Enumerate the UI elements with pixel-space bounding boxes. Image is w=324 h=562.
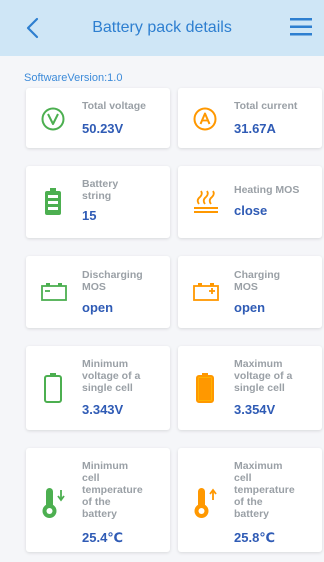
voltage-icon [40,106,66,137]
card-battery-string: Battery string 15 [26,166,170,238]
thermometer-up-icon [192,486,220,525]
header-bar: Battery pack details [0,0,324,56]
card-min-cell-voltage: Minimum voltage of a single cell 3.343V [26,346,170,430]
current-icon [192,106,218,137]
card-value: 15 [82,208,97,223]
card-discharging-mos: Discharging MOS open [26,256,170,328]
heating-icon [192,190,220,219]
card-heating-mos: Heating MOS close [178,166,322,238]
thermometer-down-icon [40,486,68,525]
card-value: open [82,300,114,315]
card-value: close [234,203,268,218]
card-value: 50.23V [82,121,124,136]
card-label: Charging MOS [234,269,281,293]
card-label: Minimum voltage of a single cell [82,358,141,394]
card-total-current: Total current 31.67A [178,88,322,148]
discharging-icon [40,282,68,307]
card-max-cell-voltage: Maximum voltage of a single cell 3.354V [178,346,322,430]
battery-high-icon [192,372,218,409]
card-label: Maximum cell temperature of the battery [234,460,295,520]
menu-button[interactable] [288,14,314,40]
card-value: 25.8℃ [234,530,276,545]
card-label: Total voltage [82,100,146,112]
page-title: Battery pack details [92,19,232,36]
card-max-cell-temperature: Maximum cell temperature of the battery … [178,448,322,552]
hamburger-icon [290,18,312,36]
battery-string-icon [40,187,66,222]
card-label: Maximum voltage of a single cell [234,358,293,394]
card-value: 3.343V [82,402,124,417]
card-value: 25.4℃ [82,530,124,545]
charging-icon [192,282,220,307]
software-version: SoftwareVersion:1.0 [24,72,123,84]
card-charging-mos: Charging MOS open [178,256,322,328]
card-label: Discharging MOS [82,269,143,293]
card-value: 3.354V [234,402,276,417]
card-value: open [234,300,266,315]
card-label: Heating MOS [234,184,300,196]
card-min-cell-temperature: Minimum cell temperature of the battery … [26,448,170,552]
back-button[interactable] [14,12,50,44]
card-value: 31.67A [234,121,276,136]
card-total-voltage: Total voltage 50.23V [26,88,170,148]
chevron-left-icon [26,17,39,39]
card-label: Total current [234,100,298,112]
battery-low-icon [40,372,66,409]
card-label: Battery string [82,178,119,202]
card-label: Minimum cell temperature of the battery [82,460,143,520]
